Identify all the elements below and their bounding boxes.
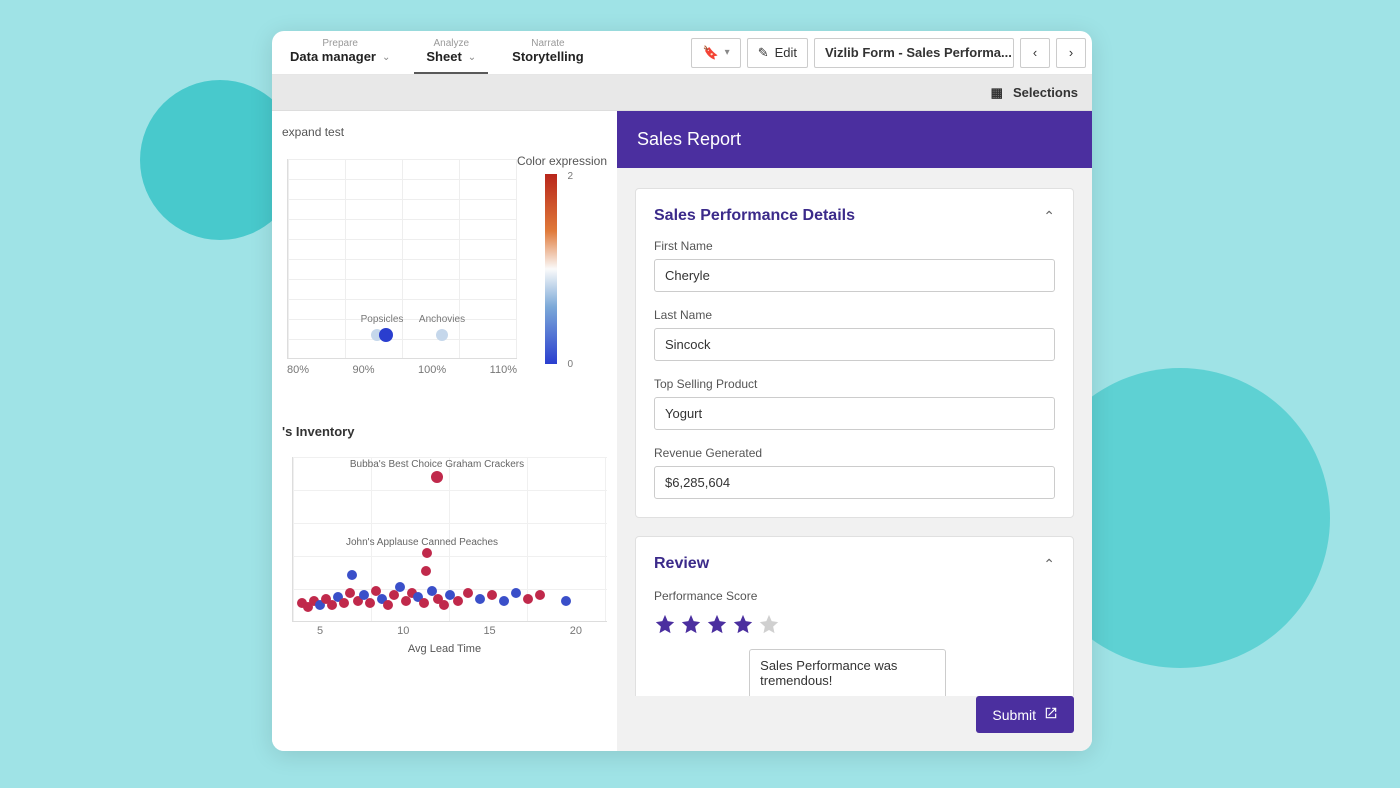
chevron-down-icon: ⌄ <box>382 52 390 63</box>
share-icon <box>1044 706 1058 723</box>
chevron-down-icon: ⌄ <box>468 52 476 63</box>
bookmarks-button[interactable]: 🔖▾ <box>691 38 740 68</box>
card-title: Sales Performance Details <box>654 207 855 225</box>
data-point[interactable] <box>561 596 571 606</box>
nav-tab-sup: Analyze <box>433 39 469 49</box>
top-product-label: Top Selling Product <box>654 377 1055 391</box>
inventory-title: 's Inventory <box>282 424 607 439</box>
selections-bar: ▦ Selections <box>272 75 1092 111</box>
prev-sheet-button[interactable]: ‹ <box>1020 38 1050 68</box>
data-point[interactable] <box>421 566 431 576</box>
nav-tab-label: Storytelling <box>512 49 584 66</box>
data-point[interactable] <box>419 598 429 608</box>
legend-title: Color expression <box>517 154 607 168</box>
card-title: Review <box>654 555 709 573</box>
collapse-icon[interactable]: ⌃ <box>1043 208 1055 225</box>
selections-label: Selections <box>1013 85 1078 100</box>
right-pane: Sales Report Sales Performance Details ⌃… <box>617 111 1092 751</box>
data-point[interactable] <box>383 600 393 610</box>
edit-button[interactable]: ✎ Edit <box>747 38 808 68</box>
nav-tab-label: Sheet <box>426 49 461 66</box>
first-name-input[interactable] <box>654 259 1055 292</box>
submit-label: Submit <box>992 707 1036 723</box>
star-icon[interactable] <box>654 613 676 635</box>
data-point[interactable] <box>436 329 448 341</box>
top-navigation: Prepare Data manager ⌄ Analyze Sheet ⌄ Nar… <box>272 31 1092 75</box>
data-point[interactable] <box>422 548 432 558</box>
report-title: Sales Report <box>637 129 741 149</box>
x-axis-ticks: 5 10 15 20 <box>292 625 607 637</box>
revenue-input[interactable] <box>654 466 1055 499</box>
data-point[interactable] <box>475 594 485 604</box>
data-point[interactable] <box>439 600 449 610</box>
nav-tab-sup: Narrate <box>531 39 564 49</box>
color-expression-chart[interactable]: Color expression 2 0 Popsicles Anchovies… <box>282 159 607 404</box>
review-card: Review ⌃ Performance Score Areas to impr… <box>635 536 1074 696</box>
caret-down-icon: ▾ <box>725 47 730 58</box>
left-pane: expand test Color expression 2 0 Popsicl… <box>272 111 617 751</box>
star-icon[interactable] <box>680 613 702 635</box>
x-axis-label: Avg Lead Time <box>282 643 607 655</box>
annotation: John's Applause Canned Peaches <box>346 537 498 548</box>
data-point[interactable] <box>463 588 473 598</box>
star-icon[interactable] <box>732 613 754 635</box>
star-rating[interactable] <box>654 613 1055 635</box>
nav-tab-prepare[interactable]: Prepare Data manager ⌄ <box>272 31 408 74</box>
last-name-label: Last Name <box>654 308 1055 322</box>
nav-tab-sup: Prepare <box>322 39 358 49</box>
chevron-left-icon: ‹ <box>1033 45 1037 60</box>
selections-icon[interactable]: ▦ <box>991 85 1003 101</box>
data-point[interactable] <box>511 588 521 598</box>
sheet-selector[interactable]: Vizlib Form - Sales Performa... ▢▾ <box>814 38 1014 68</box>
nav-tab-narrate[interactable]: Narrate Storytelling <box>494 31 602 74</box>
color-scale-max: 2 <box>567 171 573 182</box>
point-label: Anchovies <box>419 314 465 325</box>
edit-label: Edit <box>775 45 797 60</box>
app-window: Prepare Data manager ⌄ Analyze Sheet ⌄ Nar… <box>272 31 1092 751</box>
star-icon[interactable] <box>706 613 728 635</box>
inventory-scatter-chart[interactable]: Bubba's Best Choice Graham Crackers John… <box>282 445 607 655</box>
x-axis-ticks: 80% 90% 100% 110% <box>287 364 517 376</box>
collapse-icon[interactable]: ⌃ <box>1043 556 1055 573</box>
toolbar: 🔖▾ ✎Edit Vizlib Form - Sales Performa...… <box>691 31 1092 74</box>
color-scale <box>545 174 557 364</box>
data-point[interactable] <box>487 590 497 600</box>
last-name-input[interactable] <box>654 328 1055 361</box>
star-icon[interactable] <box>758 613 780 635</box>
data-point[interactable] <box>379 328 393 342</box>
data-point[interactable] <box>339 598 349 608</box>
sheet-name: Vizlib Form - Sales Performa... <box>825 45 1012 60</box>
data-point[interactable] <box>535 590 545 600</box>
score-label: Performance Score <box>654 589 757 603</box>
top-product-input[interactable] <box>654 397 1055 430</box>
nav-tab-label: Data manager <box>290 49 376 66</box>
first-name-label: First Name <box>654 239 1055 253</box>
data-point[interactable] <box>453 596 463 606</box>
data-point[interactable] <box>431 471 443 483</box>
revenue-label: Revenue Generated <box>654 446 1055 460</box>
data-point[interactable] <box>365 598 375 608</box>
chart-grid <box>287 159 517 359</box>
annotation: Bubba's Best Choice Graham Crackers <box>350 459 524 470</box>
data-point[interactable] <box>499 596 509 606</box>
point-label: Popsicles <box>361 314 404 325</box>
data-point[interactable] <box>395 582 405 592</box>
data-point[interactable] <box>523 594 533 604</box>
submit-button[interactable]: Submit <box>976 696 1074 733</box>
expand-test-label: expand test <box>282 125 607 139</box>
nav-tab-analyze[interactable]: Analyze Sheet ⌄ <box>408 31 494 74</box>
sales-details-card: Sales Performance Details ⌃ First Name L… <box>635 188 1074 518</box>
chevron-right-icon: › <box>1069 45 1073 60</box>
bookmark-icon: 🔖 <box>702 45 718 61</box>
color-scale-min: 0 <box>567 359 573 370</box>
next-sheet-button[interactable]: › <box>1056 38 1086 68</box>
areas-textarea[interactable] <box>749 649 946 696</box>
data-point[interactable] <box>347 570 357 580</box>
report-header: Sales Report <box>617 111 1092 168</box>
pencil-icon: ✎ <box>758 45 769 61</box>
